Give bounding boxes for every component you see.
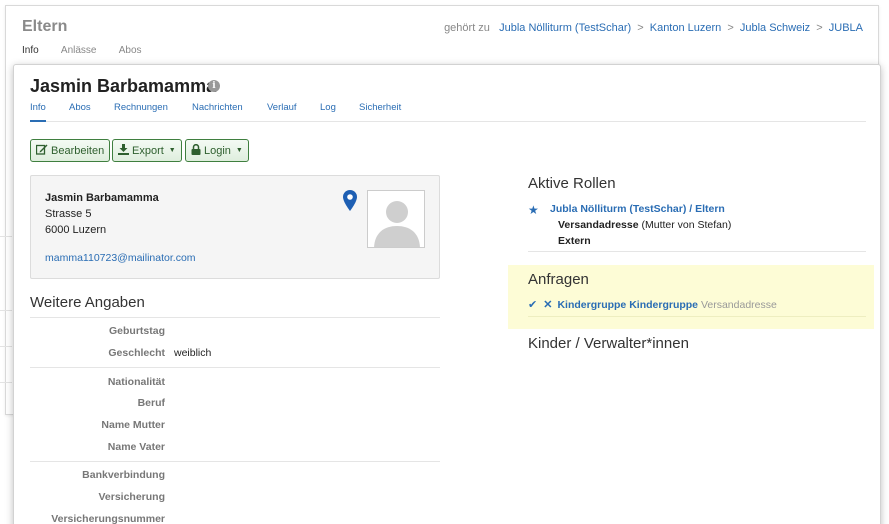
tab-abos[interactable]: Abos (69, 102, 91, 113)
contact-city: 6000 Luzern (45, 224, 107, 236)
father-name-label: Name Vater (107, 441, 165, 453)
background-page-title: Eltern (22, 18, 68, 35)
tab-log[interactable]: Log (320, 102, 336, 113)
background-tab-info[interactable]: Info (22, 45, 39, 56)
contact-name: Jasmin Barbamamma (45, 192, 159, 204)
role-link[interactable]: Eltern (695, 203, 725, 215)
chevron-down-icon: ▼ (168, 147, 176, 154)
requests-heading: Anfragen (528, 271, 589, 288)
role-detail-note: (Mutter von Stefan) (641, 219, 732, 231)
page-title: Jasmin Barbamamma (30, 76, 217, 96)
divider (30, 317, 440, 318)
breadcrumb-prefix: gehört zu (444, 22, 490, 34)
lock-icon (191, 143, 201, 158)
request-group-link[interactable]: Kindergruppe Kindergruppe (557, 299, 698, 311)
login-button[interactable]: Login ▼ (185, 139, 249, 162)
bank-label: Bankverbindung (82, 469, 165, 481)
divider (30, 367, 440, 368)
insurance-number-label: Versicherungsnummer (51, 513, 165, 524)
contact-street: Strasse 5 (45, 208, 92, 220)
login-button-label: Login (204, 144, 231, 157)
nationality-label: Nationalität (107, 376, 165, 388)
approve-icon[interactable]: ✔ (528, 299, 537, 311)
export-button[interactable]: Export ▼ (112, 139, 182, 162)
avatar (367, 190, 425, 248)
request-row: ✔ ✕ Kindergruppe Kindergruppe Versandadres… (528, 298, 777, 311)
birthday-label: Geburtstag (108, 325, 165, 337)
background-divider (0, 310, 12, 311)
role-detail-label: Versandadresse (558, 219, 639, 231)
tab-rechnungen[interactable]: Rechnungen (114, 102, 168, 113)
star-icon: ★ (528, 203, 539, 217)
gender-label: Geschlecht (108, 347, 165, 359)
person-modal: Jasmin Barbamamma i Info Abos Rechnungen… (13, 64, 881, 524)
tab-verlauf[interactable]: Verlauf (267, 102, 297, 113)
breadcrumb-separator: > (637, 22, 644, 34)
role-detail-extern: Extern (558, 235, 591, 247)
divider (30, 461, 440, 462)
tab-nachrichten[interactable]: Nachrichten (192, 102, 243, 113)
breadcrumb-link-schar[interactable]: Jubla Nölliturm (TestSchar) (499, 22, 631, 34)
background-tab-anlaesse[interactable]: Anlässe (61, 45, 97, 56)
edit-button-label: Bearbeiten (51, 144, 105, 157)
gender-value: weiblich (174, 347, 212, 359)
divider (528, 316, 866, 317)
mother-name-label: Name Mutter (101, 419, 165, 431)
breadcrumb-link-schweiz[interactable]: Jubla Schweiz (740, 22, 810, 34)
role-detail: Versandadresse (Mutter von Stefan) (558, 219, 731, 231)
request-type: Versandadresse (700, 299, 777, 311)
contact-email-link[interactable]: mamma110723@mailinator.com (45, 252, 196, 264)
role-entry: Jubla Nölliturm (TestSchar) / Eltern (550, 203, 725, 215)
role-detail: Extern (558, 235, 591, 247)
details-heading: Weitere Angaben (30, 294, 145, 311)
info-icon[interactable]: i (208, 80, 220, 92)
edit-icon (35, 144, 48, 158)
role-separator: / (689, 203, 693, 215)
map-pin-icon[interactable] (343, 190, 357, 216)
tab-sicherheit[interactable]: Sicherheit (359, 102, 401, 113)
requests-panel: Anfragen ✔ ✕ Kindergruppe Kindergruppe Ver… (508, 265, 874, 329)
background-divider (0, 236, 12, 237)
profession-label: Beruf (137, 397, 165, 409)
download-icon (118, 143, 129, 158)
reject-icon[interactable]: ✕ (543, 299, 552, 311)
background-divider (0, 382, 12, 383)
background-tab-abos[interactable]: Abos (119, 45, 142, 56)
background-tabs: Info Anlässe Abos (22, 45, 162, 56)
breadcrumb: gehört zu Jubla Nölliturm (TestSchar) > … (444, 22, 863, 34)
divider (528, 251, 866, 252)
breadcrumb-separator: > (816, 22, 823, 34)
tab-info[interactable]: Info (30, 102, 46, 122)
breadcrumb-separator: > (727, 22, 734, 34)
children-heading: Kinder / Verwalter*innen (528, 335, 689, 352)
person-tabs: Info Abos Rechnungen Nachrichten Verlauf… (30, 102, 866, 122)
breadcrumb-link-jubla[interactable]: JUBLA (829, 22, 863, 34)
edit-button[interactable]: Bearbeiten (30, 139, 111, 162)
breadcrumb-link-kanton[interactable]: Kanton Luzern (650, 22, 722, 34)
roles-heading: Aktive Rollen (528, 175, 616, 192)
chevron-down-icon: ▼ (235, 147, 243, 154)
insurance-label: Versicherung (98, 491, 165, 503)
contact-card: Jasmin Barbamamma Strasse 5 6000 Luzern … (30, 175, 440, 279)
background-divider (0, 346, 12, 347)
role-group-link[interactable]: Jubla Nölliturm (TestSchar) (550, 203, 686, 215)
export-button-label: Export (132, 144, 164, 157)
